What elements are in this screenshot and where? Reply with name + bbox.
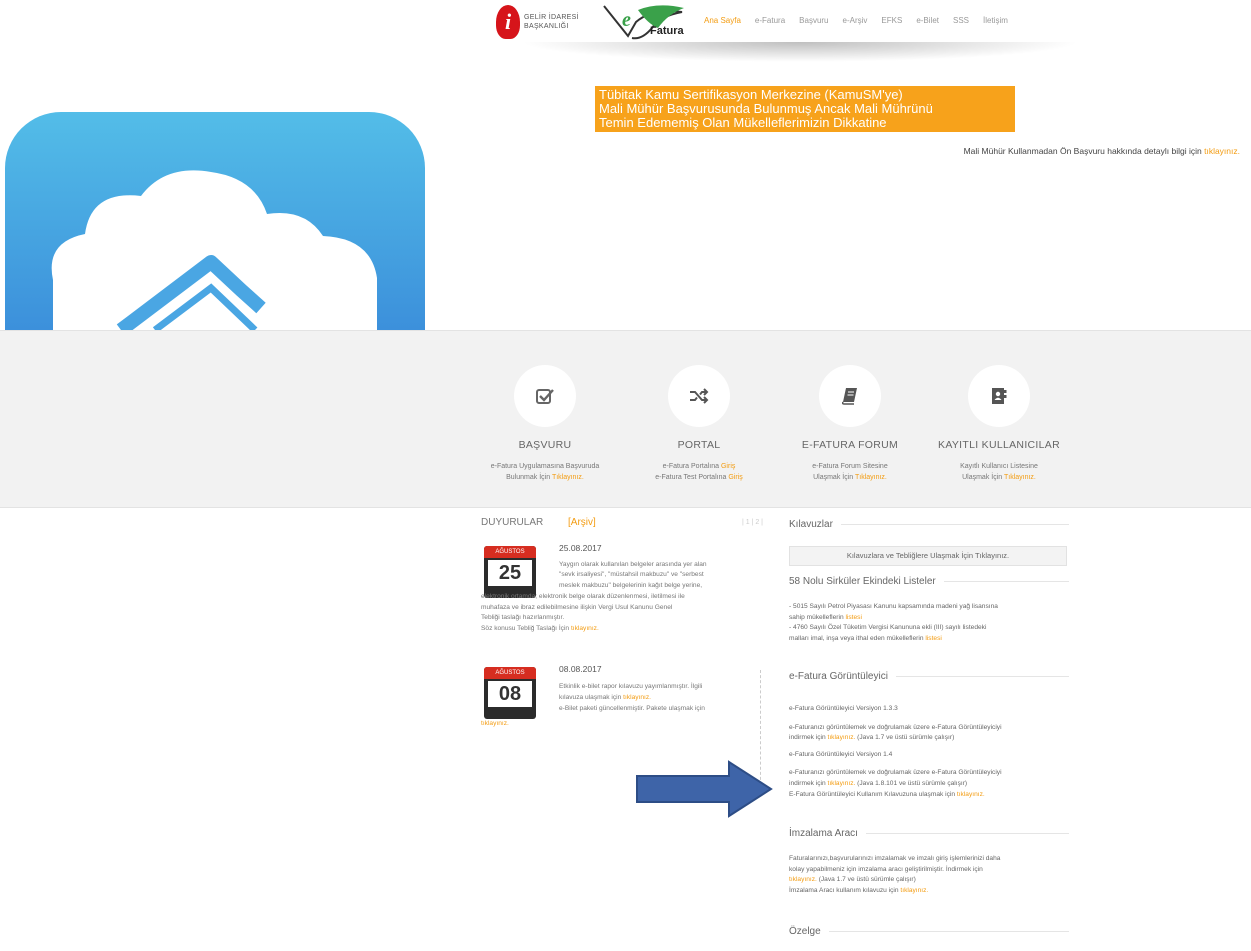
announcement-date: 25.08.2017 bbox=[559, 543, 602, 553]
calendar-icon: AĞUSTOS 25 bbox=[484, 546, 536, 598]
efatura-logo[interactable]: e Fatura bbox=[602, 2, 686, 40]
sirkuler-list: - 5015 Sayılı Petrol Piyasası Kanunu kap… bbox=[789, 603, 998, 642]
nav-e-fatura[interactable]: e-Fatura bbox=[755, 16, 785, 25]
kamusm-notice-banner[interactable]: Tübitak Kamu Sertifikasyon Merkezine (Ka… bbox=[595, 86, 1015, 132]
cloud-document-icon bbox=[5, 112, 425, 330]
otv-list-link[interactable]: listesi bbox=[925, 635, 942, 642]
nav-basvuru[interactable]: Başvuru bbox=[799, 16, 828, 25]
kilavuzlar-heading: Kılavuzlar bbox=[789, 519, 1069, 530]
feature-title: KAYITLI KULLANICILAR bbox=[938, 439, 1060, 451]
forum-link[interactable]: Tıklayınız. bbox=[855, 474, 887, 481]
kilavuzlar-button[interactable]: Kılavuzlara ve Tebliğlere Ulaşmak İçin T… bbox=[789, 546, 1067, 566]
gib-logo-mark: i bbox=[496, 5, 520, 39]
notice-line-1: Tübitak Kamu Sertifikasyon Merkezine (Ka… bbox=[599, 87, 903, 102]
notice-line-3: Temin Edememiş Olan Mükelleflerimizin Di… bbox=[599, 115, 887, 130]
feature-portal[interactable]: PORTAL e-Fatura Portalına Giriş e-Fatura… bbox=[619, 365, 779, 483]
feature-title: PORTAL bbox=[677, 439, 721, 451]
efatura-logo-graphic: e Fatura bbox=[603, 5, 685, 40]
imzalama-heading: İmzalama Aracı bbox=[789, 828, 1069, 839]
checkbox-icon[interactable] bbox=[514, 365, 576, 427]
download-v14-link[interactable]: tıklayınız. bbox=[827, 780, 855, 787]
goruntuleyici-heading: e-Fatura Görüntüleyici bbox=[789, 671, 1069, 682]
test-portal-login-link[interactable]: Giriş bbox=[728, 474, 742, 481]
sirkuler-heading: 58 Nolu Sirküler Ekindeki Listeler bbox=[789, 576, 1069, 587]
nav-efks[interactable]: EFKS bbox=[881, 16, 902, 25]
nav-sss[interactable]: SSS bbox=[953, 16, 969, 25]
archive-link[interactable]: [Arşiv] bbox=[568, 517, 596, 528]
version-133-label: e-Fatura Görüntüleyici Versiyon 1.3.3 bbox=[789, 705, 898, 712]
mali-muhur-link[interactable]: tıklayınız. bbox=[1204, 146, 1240, 156]
basvuru-link[interactable]: Tıklayınız. bbox=[552, 474, 584, 481]
mali-muhur-info: Mali Mühür Kullanmadan Ön Başvuru hakkın… bbox=[963, 146, 1240, 156]
gib-logo[interactable]: i GELİR İDARESİ BAŞKANLIĞI bbox=[496, 4, 596, 40]
shuffle-icon[interactable] bbox=[668, 365, 730, 427]
gib-logo-line1: GELİR İDARESİ bbox=[524, 14, 579, 21]
feature-kayitli-kullanicilar[interactable]: KAYITLI KULLANICILAR Kayıtlı Kullanıcı L… bbox=[919, 365, 1079, 483]
announcement-date: 08.08.2017 bbox=[559, 664, 602, 674]
feature-basvuru[interactable]: BAŞVURU e-Fatura Uygulamasına Başvuruda … bbox=[465, 365, 625, 483]
book-icon[interactable] bbox=[819, 365, 881, 427]
imzalama-guide-link[interactable]: tıklayınız. bbox=[900, 887, 928, 894]
ebilet-paket-link[interactable]: tıklayınız. bbox=[481, 720, 509, 727]
contacts-book-icon[interactable] bbox=[968, 365, 1030, 427]
announcement-item: AĞUSTOS 08 08.08.2017 Etkinlik e-bilet r… bbox=[481, 664, 705, 727]
top-navigation: Ana Sayfa e-Fatura Başvuru e-Arşiv EFKS … bbox=[704, 16, 1008, 25]
nav-e-arsiv[interactable]: e-Arşiv bbox=[843, 16, 868, 25]
download-imzalama-link[interactable]: tıklayınız. bbox=[789, 876, 817, 883]
feature-band: BAŞVURU e-Fatura Uygulamasına Başvuruda … bbox=[0, 330, 1251, 508]
feature-title: E-FATURA FORUM bbox=[801, 439, 899, 451]
version-14-label: e-Fatura Görüntüleyici Versiyon 1.4 bbox=[789, 750, 893, 758]
teblig-taslagi-link[interactable]: tıklayınız. bbox=[571, 625, 599, 632]
madeni-yag-list-link[interactable]: listesi bbox=[845, 614, 862, 621]
notice-line-2: Mali Mühür Başvurusunda Bulunmuş Ancak M… bbox=[599, 101, 933, 116]
portal-login-link[interactable]: Giriş bbox=[721, 463, 735, 470]
ebilet-rapor-link[interactable]: tıklayınız. bbox=[623, 694, 651, 701]
nav-iletisim[interactable]: İletişim bbox=[983, 16, 1008, 25]
feature-forum[interactable]: E-FATURA FORUM e-Fatura Forum Sitesine U… bbox=[770, 365, 930, 483]
imzalama-section: Faturalarınızı,başvurularınızı imzalamak… bbox=[789, 855, 1001, 894]
efatura-logo-text: Fatura bbox=[650, 25, 685, 37]
download-v133-link[interactable]: tıklayınız. bbox=[827, 734, 855, 741]
feature-title: BAŞVURU bbox=[518, 439, 572, 451]
efatura-logo-e: e bbox=[622, 9, 631, 31]
nav-ana-sayfa[interactable]: Ana Sayfa bbox=[704, 16, 741, 25]
announcements-title: DUYURULAR bbox=[481, 517, 544, 528]
announcement-item: AĞUSTOS 25 25.08.2017 Yaygın olarak kull… bbox=[481, 543, 707, 632]
goruntuleyici-section: e-Fatura Görüntüleyici Versiyon 1.3.3 e-… bbox=[789, 704, 1069, 800]
gib-logo-line2: BAŞKANLIĞI bbox=[524, 23, 569, 30]
blue-arrow-annotation bbox=[636, 760, 773, 818]
announcements-pager[interactable]: | 1 | 2 | bbox=[742, 519, 763, 526]
kayitli-kullanici-link[interactable]: Tıklayınız. bbox=[1004, 474, 1036, 481]
nav-e-bilet[interactable]: e-Bilet bbox=[916, 16, 939, 25]
goruntuleyici-guide-link[interactable]: tıklayınız. bbox=[957, 791, 985, 798]
calendar-icon: AĞUSTOS 08 bbox=[484, 667, 536, 719]
announcements-header: DUYURULAR [Arşiv] | 1 | 2 | bbox=[481, 517, 771, 528]
header-shadow bbox=[520, 42, 1080, 62]
ozelge-heading: Özelge bbox=[789, 926, 1069, 937]
